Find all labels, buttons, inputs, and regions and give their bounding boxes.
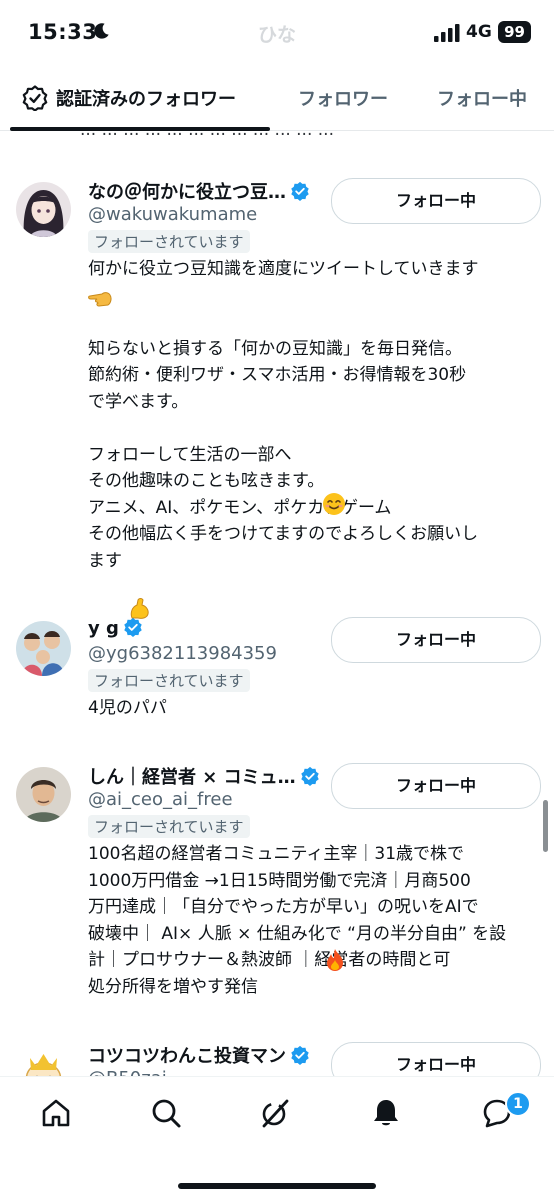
- verified-icon: [123, 617, 143, 637]
- search-icon[interactable]: [150, 1097, 182, 1129]
- user-name-text: しん｜経営者 × コミュ…: [88, 767, 296, 788]
- user-bio: 何かに役立つ豆知識を適度にツイートしていきます 知らないと損する「何かの豆知識」…: [88, 256, 538, 574]
- tab-label: フォロー中: [437, 89, 527, 110]
- user-name-text: コツコツわんこ投資マン: [88, 1046, 286, 1067]
- following-button[interactable]: フォロー中: [331, 763, 541, 809]
- avatar[interactable]: [16, 182, 71, 237]
- tab-followers[interactable]: フォロワー: [298, 85, 388, 111]
- follower-tabs: 認証済みのフォロワー フォロワー フォロー中: [0, 66, 554, 131]
- avatar[interactable]: [16, 621, 71, 676]
- network-type: 4G: [466, 22, 492, 42]
- verified-icon: [290, 181, 310, 201]
- following-button[interactable]: フォロー中: [331, 1042, 541, 1076]
- user-handle: @B50zai: [88, 1068, 167, 1076]
- user-name[interactable]: y g: [88, 617, 143, 639]
- user-name[interactable]: なの＠何かに役立つ豆…: [88, 178, 310, 204]
- following-button[interactable]: フォロー中: [331, 178, 541, 224]
- messages-badge: 1: [505, 1091, 531, 1117]
- user-handle: @wakuwakumame: [88, 204, 257, 225]
- user-name-text: y g: [88, 618, 119, 639]
- user-list[interactable]: ... ... ... ... ... ... ... ... ... ... …: [0, 130, 554, 1076]
- pointing-hand-emoji: [88, 286, 114, 312]
- user-name[interactable]: コツコツわんこ投資マン: [88, 1042, 310, 1068]
- tab-verified-followers[interactable]: 認証済みのフォロワー: [22, 85, 236, 111]
- avatar[interactable]: [16, 767, 71, 822]
- verified-icon: [290, 1045, 310, 1065]
- user-name[interactable]: しん｜経営者 × コミュ…: [88, 763, 320, 789]
- status-bar: 15:33 ひな 4G 99: [0, 0, 554, 66]
- user-bio: 4児のパパ: [88, 695, 538, 722]
- bottom-nav: 1: [0, 1076, 554, 1200]
- follows-you-badge: フォローされています: [88, 815, 250, 838]
- smiling-face-emoji: [322, 492, 346, 516]
- user-handle: @yg6382113984359: [88, 643, 277, 664]
- tab-label: 認証済みのフォロワー: [56, 89, 236, 110]
- tab-following[interactable]: フォロー中: [437, 85, 527, 111]
- avatar[interactable]: [16, 1046, 71, 1076]
- verified-badge-icon: [22, 85, 48, 111]
- follows-you-badge: フォローされています: [88, 230, 250, 253]
- scrollbar[interactable]: [543, 800, 548, 852]
- user-handle: @ai_ceo_ai_free: [88, 789, 233, 810]
- signal-icon: [434, 24, 460, 42]
- active-tab-indicator: [10, 127, 270, 131]
- verified-icon: [300, 766, 320, 786]
- home-indicator[interactable]: [178, 1183, 376, 1189]
- bio-text: 何かに役立つ豆知識を適度にツイートしていきます 知らないと損する「何かの豆知識」…: [88, 259, 479, 571]
- notifications-icon[interactable]: [370, 1097, 402, 1129]
- grok-icon[interactable]: [259, 1097, 291, 1129]
- battery-indicator: 99: [498, 21, 531, 43]
- tab-label: フォロワー: [298, 89, 388, 110]
- follows-you-badge: フォローされています: [88, 669, 250, 692]
- following-button[interactable]: フォロー中: [331, 617, 541, 663]
- clipped-bio-text: ... ... ... ... ... ... ... ... ... ... …: [80, 130, 334, 140]
- user-bio: 100名超の経営者コミュニティ主宰｜31歳で株で 1000万円借金 →1日15時…: [88, 841, 538, 1000]
- user-name-text: なの＠何かに役立つ豆…: [88, 182, 286, 203]
- fire-emoji: [324, 948, 346, 972]
- home-icon[interactable]: [40, 1097, 72, 1129]
